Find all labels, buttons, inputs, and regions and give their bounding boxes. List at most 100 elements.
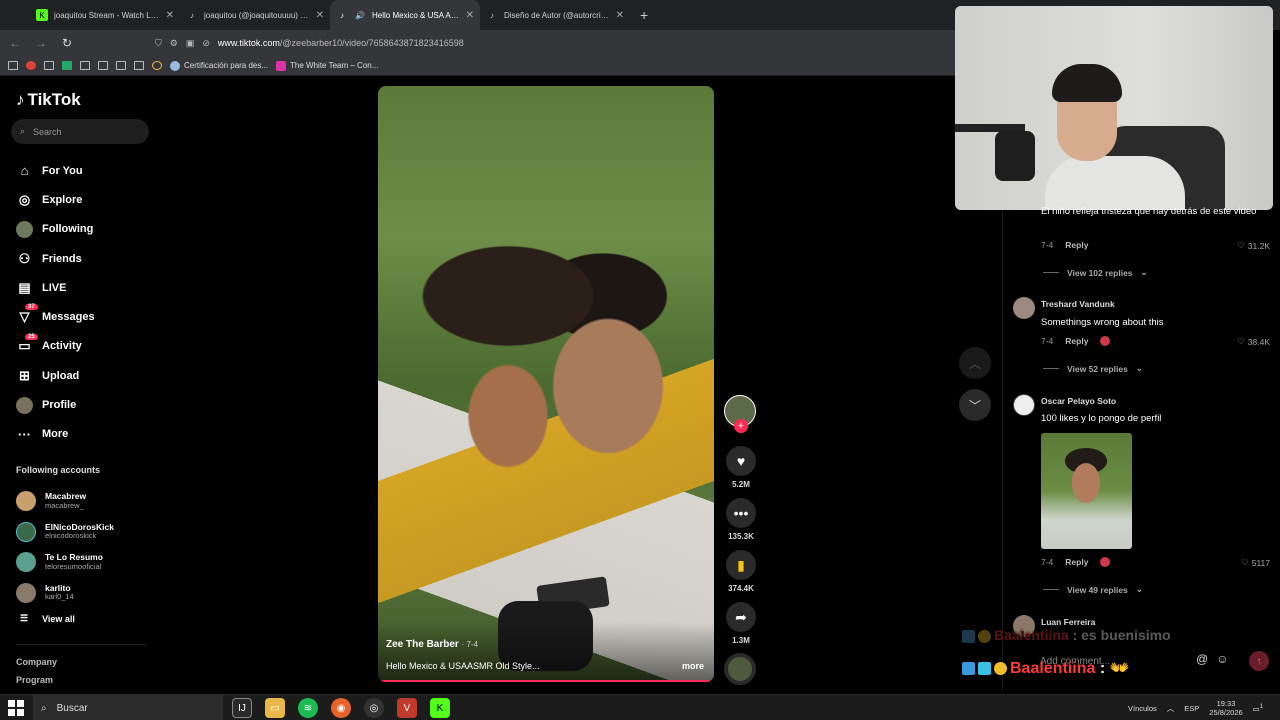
video-progress-bar[interactable] bbox=[378, 680, 714, 682]
browser-tab-active[interactable]: ♪ 🔊 Hello Mexico & USA ASMR ✕ bbox=[330, 0, 480, 30]
folder-icon[interactable] bbox=[98, 61, 108, 70]
view-all-button[interactable]: ☰ View all bbox=[20, 613, 75, 624]
nav-item-upload[interactable]: ⊞ Upload bbox=[16, 361, 95, 390]
language-indicator[interactable]: ESP bbox=[1184, 704, 1199, 713]
reply-button[interactable]: Reply bbox=[1065, 240, 1088, 250]
avatar[interactable] bbox=[1013, 394, 1035, 416]
bookmark-favicon-icon[interactable] bbox=[26, 61, 36, 70]
like-button[interactable]: ♥ 5.2M bbox=[724, 446, 758, 489]
nav-item-activity[interactable]: ▭ 25 Activity bbox=[16, 332, 95, 361]
tab-title: joaquitou Stream - Watch Live bbox=[54, 10, 160, 20]
close-icon[interactable]: ✕ bbox=[616, 10, 624, 21]
taskbar-search[interactable]: ⌕ Buscar bbox=[33, 695, 223, 720]
chevron-down-icon[interactable]: ﹀ bbox=[959, 389, 991, 421]
music-disc-icon[interactable] bbox=[724, 653, 756, 685]
bookmark-favicon-icon[interactable] bbox=[62, 61, 72, 70]
view-replies-button[interactable]: View 52 replies ⌄ bbox=[1043, 363, 1143, 374]
video-player[interactable]: Zee The Barber · 7-4 Hello Mexico & USAA… bbox=[378, 86, 714, 682]
speaker-icon[interactable]: 🔊 bbox=[354, 9, 366, 21]
avatar[interactable] bbox=[1013, 297, 1035, 319]
following-account[interactable]: karlito karl0_14 bbox=[16, 578, 114, 609]
nav-label: Activity bbox=[42, 340, 82, 353]
save-button[interactable]: ▮ 374.4K bbox=[724, 550, 758, 593]
file-explorer-icon[interactable]: ▭ bbox=[265, 698, 285, 718]
folder-icon[interactable] bbox=[116, 61, 126, 70]
comment-like-button[interactable]: ♡ 31.2K bbox=[1237, 240, 1270, 251]
emoji-icon[interactable]: ☺ bbox=[1216, 652, 1228, 666]
nav-item-profile[interactable]: Profile bbox=[16, 390, 95, 419]
following-account[interactable]: Macabrew macabrew_ bbox=[16, 486, 114, 517]
browser-tab[interactable]: K joaquitou Stream - Watch Live ✕ bbox=[30, 0, 180, 30]
comment-like-button[interactable]: ♡ 38.4K bbox=[1237, 336, 1270, 347]
kick-icon[interactable]: K bbox=[430, 698, 450, 718]
mention-icon[interactable]: @ bbox=[1196, 652, 1208, 666]
new-tab-icon[interactable]: + bbox=[640, 7, 648, 23]
view-replies-button[interactable]: View 102 replies ⌄ bbox=[1043, 267, 1148, 278]
windows-start-icon[interactable] bbox=[8, 700, 24, 716]
nav-item-messages[interactable]: ▽ 37 Messages bbox=[16, 302, 95, 331]
heart-outline-icon: ♡ bbox=[1237, 240, 1245, 250]
comment-author[interactable]: Luan Ferreira bbox=[1041, 617, 1095, 627]
share-count: 1.3M bbox=[732, 636, 750, 645]
comment-image[interactable] bbox=[1041, 433, 1132, 549]
clock[interactable]: 19:33 25/8/2026 bbox=[1209, 699, 1242, 717]
nav-item-friends[interactable]: ⚇ Friends bbox=[16, 244, 95, 273]
chevron-up-icon[interactable]: ︿ bbox=[1167, 703, 1175, 714]
comment-meta: 7-4 Reply bbox=[1041, 336, 1111, 346]
folder-icon[interactable] bbox=[8, 61, 18, 70]
follow-plus-icon[interactable]: + bbox=[734, 419, 748, 433]
share-button[interactable]: ➦ 1.3M bbox=[724, 602, 758, 645]
reply-button[interactable]: Reply bbox=[1065, 557, 1088, 567]
browser-tab[interactable]: ♪ Diseño de Autor (@autorcristia ✕ bbox=[480, 0, 630, 30]
obs-icon[interactable]: ◎ bbox=[364, 698, 384, 718]
search-icon: ⌕ bbox=[20, 126, 26, 136]
reload-icon[interactable]: ↻ bbox=[60, 36, 74, 50]
tracking-icon[interactable]: ⊘ bbox=[202, 38, 210, 49]
bookmark-item[interactable]: Certificación para des... bbox=[170, 60, 268, 71]
close-icon[interactable]: ✕ bbox=[466, 10, 474, 21]
video-author[interactable]: Zee The Barber · 7-4 bbox=[386, 639, 478, 650]
bookmark-favicon-icon[interactable] bbox=[44, 61, 54, 70]
following-account[interactable]: ElNicoDorosKick elnicodoroskick bbox=[16, 517, 114, 548]
site-settings-icon[interactable]: ⚙ bbox=[170, 38, 178, 49]
forward-icon[interactable]: → bbox=[34, 36, 48, 50]
shield-icon[interactable]: ⛉ bbox=[155, 38, 162, 49]
tray-links-label[interactable]: Vínculos bbox=[1128, 704, 1157, 713]
url-field[interactable]: ⛉ ⚙ ▣ ⊘ www.tiktok.com/@zeebarber10/vide… bbox=[155, 34, 945, 52]
close-icon[interactable]: ✕ bbox=[316, 10, 324, 21]
footer-link-program[interactable]: Program bbox=[16, 675, 53, 685]
sidebar: ♪ TikTok ⌕ Search ⌂ For You ◎ Explore Foll… bbox=[0, 76, 165, 690]
footer-link-company[interactable]: Company bbox=[16, 657, 57, 667]
more-button[interactable]: more bbox=[682, 661, 704, 671]
nav-item-live[interactable]: ▤ LIVE bbox=[16, 273, 95, 302]
search-input[interactable]: ⌕ Search bbox=[11, 119, 149, 144]
folder-icon[interactable] bbox=[134, 61, 144, 70]
firefox-icon[interactable]: ◉ bbox=[331, 698, 351, 718]
close-icon[interactable]: ✕ bbox=[166, 10, 174, 21]
nav-item-for-you[interactable]: ⌂ For You bbox=[16, 156, 95, 185]
send-comment-button[interactable]: ↑ bbox=[1249, 651, 1269, 671]
nav-item-following[interactable]: Following bbox=[16, 215, 95, 244]
comment-author[interactable]: Oscar Pelayo Soto bbox=[1041, 396, 1116, 406]
following-account[interactable]: Te Lo Resumo teloresumooficial bbox=[16, 547, 114, 578]
spotify-icon[interactable]: ≋ bbox=[298, 698, 318, 718]
bookmark-item[interactable]: The White Team – Con... bbox=[276, 60, 378, 71]
back-icon[interactable]: ← bbox=[8, 36, 22, 50]
comment-button[interactable]: ••• 135.3K bbox=[724, 498, 758, 541]
nav-item-explore[interactable]: ◎ Explore bbox=[16, 185, 95, 214]
folder-icon[interactable] bbox=[80, 61, 90, 70]
emoji-icon[interactable] bbox=[152, 61, 162, 70]
camera-blocked-icon[interactable]: ▣ bbox=[186, 38, 195, 49]
view-replies-button[interactable]: View 49 replies ⌄ bbox=[1043, 584, 1143, 595]
intellij-app-icon[interactable]: IJ bbox=[232, 698, 252, 718]
chevron-up-icon[interactable]: ︿ bbox=[959, 347, 991, 379]
tiktok-logo[interactable]: ♪ TikTok bbox=[16, 90, 81, 110]
browser-tab[interactable]: ♪ joaquitou (@joaquitouuuu) | Ti ✕ bbox=[180, 0, 330, 30]
comment-author[interactable]: Treshard Vandunk bbox=[1041, 299, 1115, 309]
nav-item-more[interactable]: ··· More bbox=[16, 420, 95, 449]
comment-date: 7-4 bbox=[1041, 557, 1054, 567]
notifications-icon[interactable]: ▭1 bbox=[1253, 703, 1264, 714]
reply-button[interactable]: Reply bbox=[1065, 336, 1088, 346]
voicemod-icon[interactable]: V bbox=[397, 698, 417, 718]
comment-like-button[interactable]: ♡ 5117 bbox=[1241, 557, 1270, 568]
